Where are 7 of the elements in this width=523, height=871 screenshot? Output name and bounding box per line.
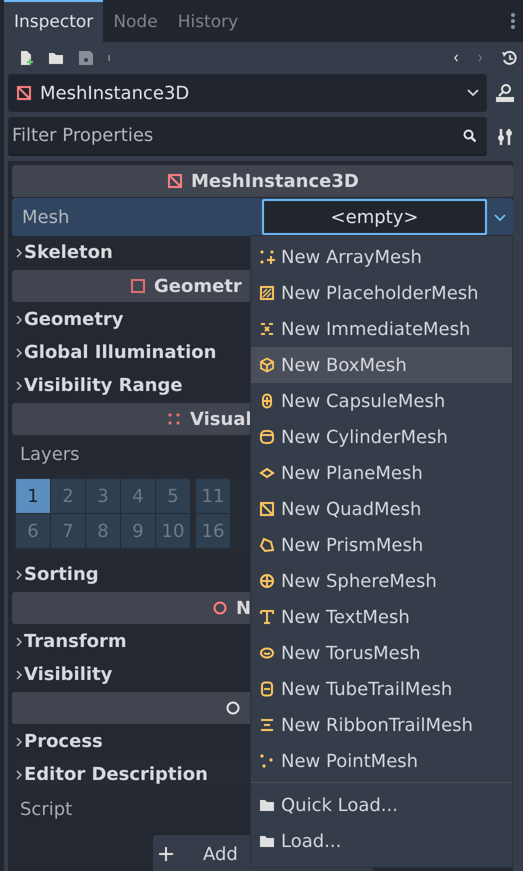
section-title: Geometr [154,276,242,296]
section-title: N [236,598,252,618]
section-title: Visual [190,408,252,430]
section-title: MeshInstance3D [191,170,359,192]
property-label: Layers [19,443,81,467]
property-label: Mesh [21,206,70,230]
property-label: Script [19,798,74,822]
